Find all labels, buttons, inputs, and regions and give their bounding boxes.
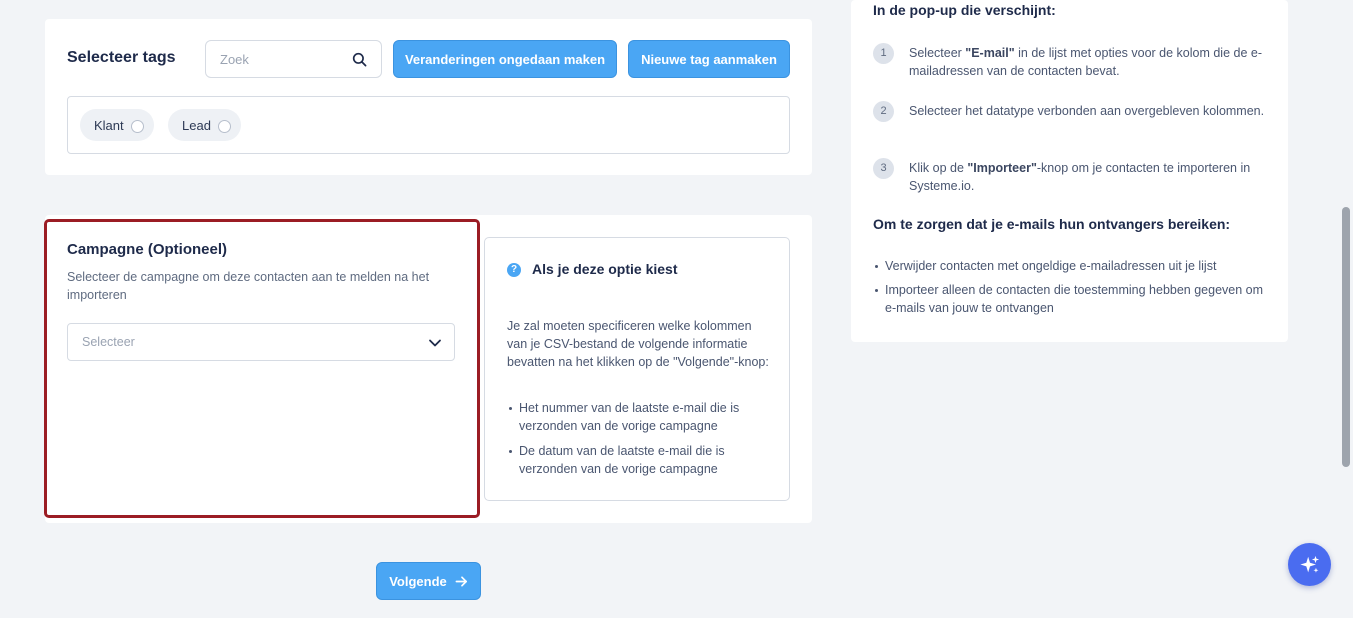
search-icon[interactable]: [352, 52, 367, 67]
list-item: De datum van de laatste e-mail die is ve…: [507, 442, 775, 478]
step-text: Selecteer het datatype verbonden aan ove…: [909, 104, 1265, 118]
new-tag-button[interactable]: Nieuwe tag aanmaken: [628, 40, 790, 78]
deliverability-heading: Om te zorgen dat je e-mails hun ontvange…: [873, 216, 1231, 232]
chevron-down-icon[interactable]: [428, 336, 442, 350]
campaign-select-value: Selecteer: [82, 335, 135, 349]
campaign-select[interactable]: Selecteer: [67, 323, 455, 361]
list-item: Het nummer van de laatste e-mail die is …: [507, 399, 775, 435]
next-button[interactable]: Volgende: [376, 562, 481, 600]
step-number: 3: [873, 158, 894, 179]
step-number: 2: [873, 101, 894, 122]
info-body: Je zal moeten specificeren welke kolomme…: [507, 319, 769, 369]
sparkle-icon: [1299, 555, 1319, 573]
deliverability-list: Verwijder contacten met ongeldige e-mail…: [873, 257, 1273, 323]
tag-label: Lead: [182, 117, 211, 133]
tag-chip-lead[interactable]: Lead: [168, 109, 241, 141]
ai-assistant-button[interactable]: [1288, 543, 1331, 586]
tag-chip-klant[interactable]: Klant: [80, 109, 154, 141]
tags-card: Selecteer tags Veranderingen ongedaan ma…: [45, 19, 812, 175]
tag-radio[interactable]: [217, 119, 231, 133]
scrollbar-thumb[interactable]: [1342, 207, 1350, 467]
campaign-section: Campagne (Optioneel) Selecteer de campag…: [44, 219, 480, 518]
tag-radio[interactable]: [130, 119, 144, 133]
info-title: Als je deze optie kiest: [532, 261, 678, 277]
step-number: 1: [873, 43, 894, 64]
page: Selecteer tags Veranderingen ongedaan ma…: [0, 0, 1353, 618]
step-text: Selecteer "E-mail" in de lijst met optie…: [909, 46, 1263, 78]
instructions-heading: In de pop-up die verschijnt:: [873, 2, 1056, 18]
scrollbar[interactable]: [1339, 0, 1353, 618]
step-text: Klik op de "Importeer"-knop om je contac…: [909, 161, 1251, 193]
tag-search-box[interactable]: [205, 40, 382, 78]
list-item: Importeer alleen de contacten die toeste…: [873, 281, 1273, 317]
campaign-info-box: ? Als je deze optie kiest Je zal moeten …: [484, 237, 790, 501]
info-bullet-list: Het nummer van de laatste e-mail die is …: [507, 399, 775, 485]
arrow-right-icon: [455, 575, 467, 587]
instructions-panel: In de pop-up die verschijnt: 1 Selecteer…: [851, 0, 1288, 342]
tag-list: Klant Lead: [67, 96, 790, 154]
undo-changes-button[interactable]: Veranderingen ongedaan maken: [393, 40, 617, 78]
tags-title: Selecteer tags: [67, 49, 176, 66]
question-icon: ?: [507, 263, 521, 277]
campaign-description: Selecteer de campagne om deze contacten …: [67, 270, 430, 302]
next-button-label: Volgende: [389, 573, 447, 589]
tag-search-input[interactable]: [206, 41, 346, 77]
campaign-title: Campagne (Optioneel): [67, 241, 228, 258]
tag-label: Klant: [94, 117, 124, 133]
list-item: Verwijder contacten met ongeldige e-mail…: [873, 257, 1273, 275]
